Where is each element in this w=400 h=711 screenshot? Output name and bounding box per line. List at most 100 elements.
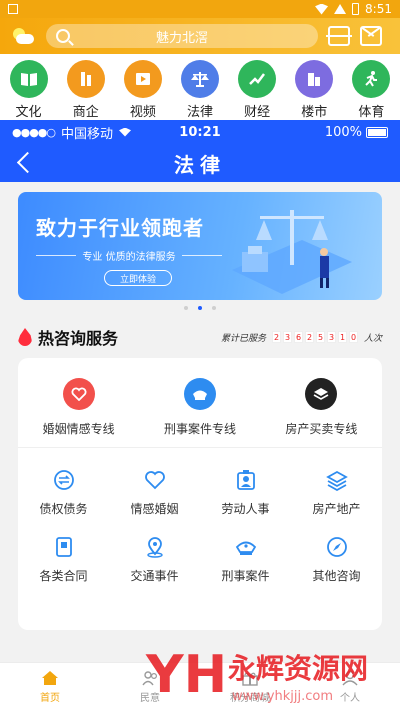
category-law[interactable]: 法律 — [175, 60, 225, 122]
notification-icon — [8, 4, 18, 14]
featured-services: 婚姻情感专线 刑事案件专线 房产买卖专线 — [18, 358, 382, 448]
service-label: 各类合同 — [39, 569, 88, 583]
category-label: 商企 — [72, 105, 99, 120]
hot-section-title: 热咨询服务 — [38, 329, 119, 348]
service-criminal-hotline[interactable]: 刑事案件专线 — [139, 358, 260, 447]
user-icon — [342, 670, 358, 686]
nav-profile[interactable]: 个人 — [300, 663, 400, 711]
search-placeholder: 魅力北滘 — [155, 30, 208, 46]
scan-icon[interactable] — [326, 26, 352, 46]
service-marriage[interactable]: 情感婚姻 — [109, 468, 200, 517]
service-label: 交通事件 — [130, 569, 179, 583]
home-icon — [42, 671, 58, 685]
signal-icon — [334, 4, 347, 14]
service-label: 劳动人事 — [221, 502, 270, 516]
contract-icon — [52, 535, 76, 559]
nav-public-opinion[interactable]: 民意 — [100, 663, 200, 711]
system-time: 8:51 — [365, 2, 392, 16]
signal-dots-icon: ●●●●○ — [12, 125, 56, 139]
service-marriage-hotline[interactable]: 婚姻情感专线 — [18, 358, 139, 447]
justice-scale-illustration — [232, 210, 352, 294]
promo-banner[interactable]: 致力于行业领跑者 专业 优质的法律服务 立即体验 — [18, 192, 382, 300]
runner-icon — [352, 60, 391, 98]
location-pin-icon — [143, 535, 167, 559]
battery-icon — [352, 3, 360, 15]
heart-outline-icon — [143, 468, 167, 492]
service-labor[interactable]: 劳动人事 — [200, 468, 291, 517]
served-label: 累计已服务 — [220, 333, 266, 344]
nav-label: 个人 — [340, 693, 360, 704]
weather-icon[interactable] — [10, 26, 36, 46]
layers-icon — [305, 378, 338, 410]
wifi-icon — [315, 3, 329, 15]
category-business[interactable]: 商企 — [61, 60, 111, 120]
carrier-name: 中国移动 — [61, 126, 114, 142]
service-contract[interactable]: 各类合同 — [18, 535, 109, 584]
digit: 6 — [293, 331, 303, 343]
service-traffic[interactable]: 交通事件 — [109, 535, 200, 584]
pager-dot[interactable] — [184, 306, 188, 310]
nav-home[interactable]: 首页 — [0, 663, 100, 711]
service-label: 婚姻情感专线 — [42, 422, 115, 436]
served-unit: 人次 — [363, 333, 382, 344]
ios-time: 10:21 — [179, 124, 221, 140]
book-icon — [9, 60, 48, 98]
search-icon — [56, 29, 70, 43]
service-criminal[interactable]: 刑事案件 — [200, 535, 291, 584]
category-label: 文化 — [15, 105, 42, 120]
service-other[interactable]: 其他咨询 — [291, 535, 382, 584]
digit: 0 — [348, 331, 358, 343]
back-arrow-icon[interactable] — [14, 152, 36, 174]
gift-icon — [242, 672, 258, 686]
category-culture[interactable]: 文化 — [4, 60, 54, 120]
system-status-bar: 8:51 — [0, 0, 400, 18]
served-digits: 2 3 6 2 5 3 1 0 — [271, 331, 358, 343]
building-icon — [66, 60, 105, 98]
banner-subtitle-row: 专业 优质的法律服务 — [36, 248, 222, 263]
pager-dot[interactable] — [212, 306, 216, 310]
mail-icon[interactable] — [360, 26, 382, 46]
heart-icon — [62, 378, 95, 410]
category-video[interactable]: 视频 — [118, 60, 168, 120]
page-title-bar: 法律 — [0, 144, 400, 182]
service-property-hotline[interactable]: 房产买卖专线 — [261, 358, 382, 447]
app-header: 魅力北滘 — [0, 18, 400, 54]
digit: 3 — [282, 331, 292, 343]
film-icon — [123, 60, 162, 98]
service-label: 刑事案件专线 — [163, 422, 236, 436]
service-label: 债权债务 — [39, 502, 88, 516]
bottom-nav: 首页 民意 积分商城 个人 — [0, 662, 400, 711]
wifi-icon — [119, 127, 132, 137]
service-debt[interactable]: 债权债务 — [18, 468, 109, 517]
nav-label: 民意 — [140, 693, 160, 704]
category-bar: 文化 商企 视频 法律 财经 楼市 体育 — [0, 54, 400, 122]
served-counter: 累计已服务 2 3 6 2 5 3 1 0 人次 — [221, 331, 382, 344]
pager-dot-active[interactable] — [198, 306, 202, 310]
hot-section-header: 热咨询服务 累计已服务 2 3 6 2 5 3 1 0 人次 — [18, 326, 382, 348]
battery-icon — [366, 126, 388, 138]
search-input[interactable]: 魅力北滘 — [46, 24, 318, 48]
category-finance[interactable]: 财经 — [232, 60, 282, 120]
services-card: 婚姻情感专线 刑事案件专线 房产买卖专线 债权债务 情感婚姻 劳动人事 房产地产… — [18, 358, 382, 630]
trend-chart-icon — [238, 60, 277, 98]
category-sports[interactable]: 体育 — [346, 60, 396, 120]
tower-icon — [295, 60, 334, 98]
scale-icon — [180, 60, 219, 98]
nav-label: 首页 — [40, 693, 60, 704]
digit: 3 — [326, 331, 336, 343]
category-label: 视频 — [129, 105, 156, 120]
category-property[interactable]: 楼市 — [289, 60, 339, 120]
service-realestate[interactable]: 房产地产 — [291, 468, 382, 517]
digit: 2 — [271, 331, 281, 343]
category-label: 体育 — [358, 105, 385, 120]
service-grid: 债权债务 情感婚姻 劳动人事 房产地产 各类合同 交通事件 刑事案件 其他咨询 — [18, 448, 382, 584]
category-label: 财经 — [244, 105, 271, 120]
service-label: 房产地产 — [312, 502, 361, 516]
service-label: 其他咨询 — [312, 569, 361, 583]
banner-try-button[interactable]: 立即体验 — [104, 270, 172, 286]
banner-title: 致力于行业领跑者 — [36, 216, 204, 240]
flame-icon — [18, 328, 32, 346]
nav-points-mall[interactable]: 积分商城 — [200, 663, 300, 711]
banner-subtitle: 专业 优质的法律服务 — [82, 252, 176, 263]
battery-percent: 100% — [324, 124, 362, 140]
